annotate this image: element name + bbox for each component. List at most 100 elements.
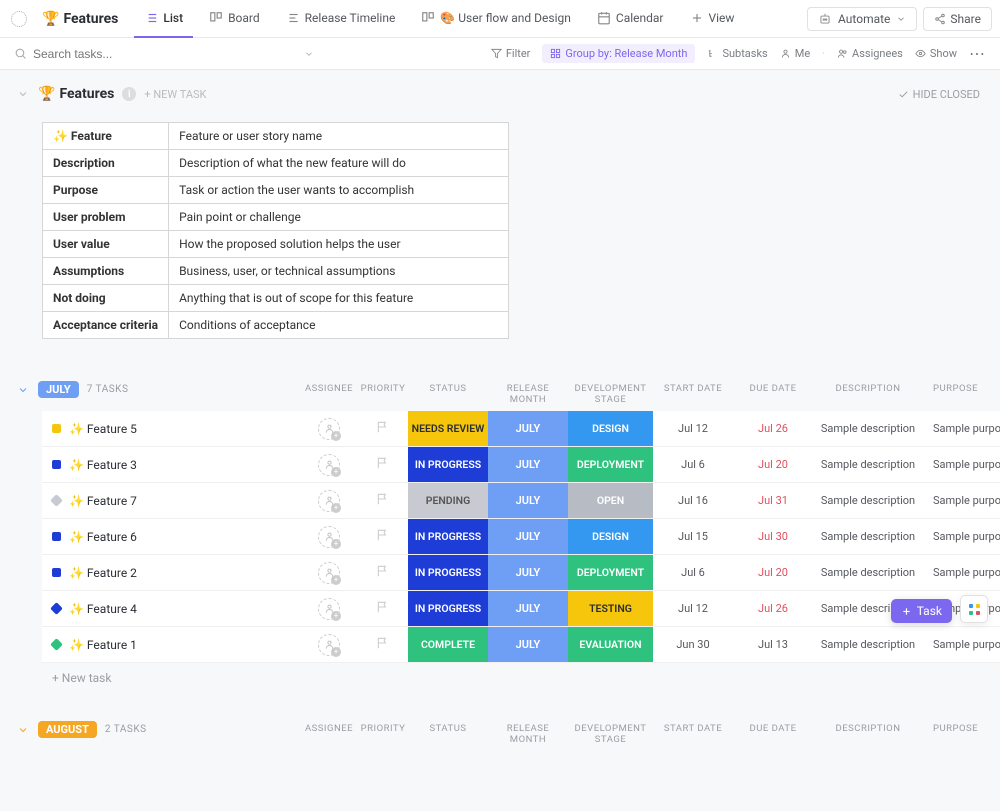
tab-user-flow-and-design[interactable]: 🎨 User flow and Design	[411, 0, 581, 38]
subtasks-chip[interactable]: Subtasks	[707, 47, 767, 60]
status-cell[interactable]: IN PROGRESS	[408, 519, 488, 554]
group-collapse-caret[interactable]	[16, 384, 30, 396]
automate-button[interactable]: Automate	[807, 7, 917, 31]
purpose-cell[interactable]: Sample purpose	[923, 627, 1000, 662]
task-row[interactable]: ✨ Feature 7+PENDINGJULYOPENJul 16Jul 31S…	[42, 483, 1000, 519]
status-cell[interactable]: PENDING	[408, 483, 488, 518]
start-date-cell[interactable]: Jul 12	[653, 411, 733, 446]
status-cell[interactable]: COMPLETE	[408, 627, 488, 662]
group-pill[interactable]: JULY	[38, 381, 79, 398]
tab-release-timeline[interactable]: Release Timeline	[276, 0, 406, 38]
col-purpose[interactable]: PURPOSE	[923, 383, 1000, 405]
release-month-cell[interactable]: JULY	[488, 591, 568, 626]
add-view-tab[interactable]: View	[680, 0, 745, 38]
dev-stage-cell[interactable]: TESTING	[568, 591, 653, 626]
info-icon[interactable]: i	[122, 87, 136, 101]
col-status[interactable]: STATUS	[408, 723, 488, 745]
description-cell[interactable]: Sample description	[813, 483, 923, 518]
apps-grid-button[interactable]	[960, 595, 988, 623]
new-task-row[interactable]: + New task	[42, 663, 1000, 693]
new-task-float-button[interactable]: Task	[891, 599, 952, 623]
col-month[interactable]: RELEASE MONTH	[488, 383, 568, 405]
start-date-cell[interactable]: Jun 30	[653, 627, 733, 662]
purpose-cell[interactable]: Sample purpose	[923, 411, 1000, 446]
col-assignee[interactable]: ASSIGNEE	[300, 383, 358, 405]
task-row[interactable]: ✨ Feature 6+IN PROGRESSJULYDESIGNJul 15J…	[42, 519, 1000, 555]
release-month-cell[interactable]: JULY	[488, 519, 568, 554]
status-cell[interactable]: IN PROGRESS	[408, 555, 488, 590]
col-priority[interactable]: PRIORITY	[358, 383, 408, 405]
assignees-chip[interactable]: Assignees	[837, 47, 903, 60]
assignee-cell[interactable]: +	[300, 447, 358, 482]
dev-stage-cell[interactable]: OPEN	[568, 483, 653, 518]
col-month[interactable]: RELEASE MONTH	[488, 723, 568, 745]
priority-cell[interactable]	[358, 483, 408, 518]
new-task-link[interactable]: + NEW TASK	[144, 88, 206, 101]
purpose-cell[interactable]: Sample purpose	[923, 555, 1000, 590]
assignee-cell[interactable]: +	[300, 483, 358, 518]
due-date-cell[interactable]: Jul 30	[733, 519, 813, 554]
task-row[interactable]: ✨ Feature 5+NEEDS REVIEWJULYDESIGNJul 12…	[42, 411, 1000, 447]
assignee-cell[interactable]: +	[300, 519, 358, 554]
col-assignee[interactable]: ASSIGNEE	[300, 723, 358, 745]
app-logo[interactable]	[8, 8, 30, 30]
task-row[interactable]: ✨ Feature 4+IN PROGRESSJULYTESTINGJul 12…	[42, 591, 1000, 627]
start-date-cell[interactable]: Jul 12	[653, 591, 733, 626]
assignee-cell[interactable]: +	[300, 627, 358, 662]
assignee-cell[interactable]: +	[300, 591, 358, 626]
group-collapse-caret[interactable]	[16, 724, 30, 736]
due-date-cell[interactable]: Jul 31	[733, 483, 813, 518]
col-due[interactable]: DUE DATE	[733, 383, 813, 405]
col-priority[interactable]: PRIORITY	[358, 723, 408, 745]
due-date-cell[interactable]: Jul 20	[733, 447, 813, 482]
start-date-cell[interactable]: Jul 6	[653, 555, 733, 590]
task-row[interactable]: ✨ Feature 3+IN PROGRESSJULYDEPLOYMENTJul…	[42, 447, 1000, 483]
due-date-cell[interactable]: Jul 13	[733, 627, 813, 662]
status-cell[interactable]: IN PROGRESS	[408, 591, 488, 626]
chevron-down-icon[interactable]	[304, 49, 314, 59]
assignee-cell[interactable]: +	[300, 555, 358, 590]
me-chip[interactable]: Me	[780, 47, 810, 60]
collapse-caret[interactable]	[16, 88, 30, 100]
description-cell[interactable]: Sample description	[813, 447, 923, 482]
col-due[interactable]: DUE DATE	[733, 723, 813, 745]
description-cell[interactable]: Sample description	[813, 555, 923, 590]
start-date-cell[interactable]: Jul 15	[653, 519, 733, 554]
more-menu[interactable]: ⋯	[969, 44, 986, 63]
purpose-cell[interactable]: Sample purpose	[923, 519, 1000, 554]
col-stage[interactable]: DEVELOPMENT STAGE	[568, 383, 653, 405]
dev-stage-cell[interactable]: DEPLOYMENT	[568, 555, 653, 590]
description-cell[interactable]: Sample description	[813, 627, 923, 662]
release-month-cell[interactable]: JULY	[488, 483, 568, 518]
dev-stage-cell[interactable]: DESIGN	[568, 519, 653, 554]
due-date-cell[interactable]: Jul 26	[733, 411, 813, 446]
tab-list[interactable]: List	[134, 0, 193, 38]
release-month-cell[interactable]: JULY	[488, 627, 568, 662]
col-purpose[interactable]: PURPOSE	[923, 723, 1000, 745]
task-row[interactable]: ✨ Feature 2+IN PROGRESSJULYDEPLOYMENTJul…	[42, 555, 1000, 591]
priority-cell[interactable]	[358, 447, 408, 482]
col-start[interactable]: START DATE	[653, 383, 733, 405]
hide-closed-toggle[interactable]: HIDE CLOSED	[898, 88, 980, 101]
release-month-cell[interactable]: JULY	[488, 447, 568, 482]
status-cell[interactable]: NEEDS REVIEW	[408, 411, 488, 446]
due-date-cell[interactable]: Jul 26	[733, 591, 813, 626]
dev-stage-cell[interactable]: DESIGN	[568, 411, 653, 446]
col-desc[interactable]: DESCRIPTION	[813, 723, 923, 745]
group-pill[interactable]: AUGUST	[38, 721, 97, 738]
description-cell[interactable]: Sample description	[813, 411, 923, 446]
release-month-cell[interactable]: JULY	[488, 411, 568, 446]
due-date-cell[interactable]: Jul 20	[733, 555, 813, 590]
start-date-cell[interactable]: Jul 6	[653, 447, 733, 482]
status-cell[interactable]: IN PROGRESS	[408, 447, 488, 482]
col-stage[interactable]: DEVELOPMENT STAGE	[568, 723, 653, 745]
dev-stage-cell[interactable]: EVALUATION	[568, 627, 653, 662]
tab-board[interactable]: Board	[199, 0, 270, 38]
start-date-cell[interactable]: Jul 16	[653, 483, 733, 518]
priority-cell[interactable]	[358, 555, 408, 590]
priority-cell[interactable]	[358, 519, 408, 554]
filter-chip[interactable]: Filter	[491, 47, 531, 60]
purpose-cell[interactable]: Sample purpose	[923, 447, 1000, 482]
assignee-cell[interactable]: +	[300, 411, 358, 446]
priority-cell[interactable]	[358, 591, 408, 626]
